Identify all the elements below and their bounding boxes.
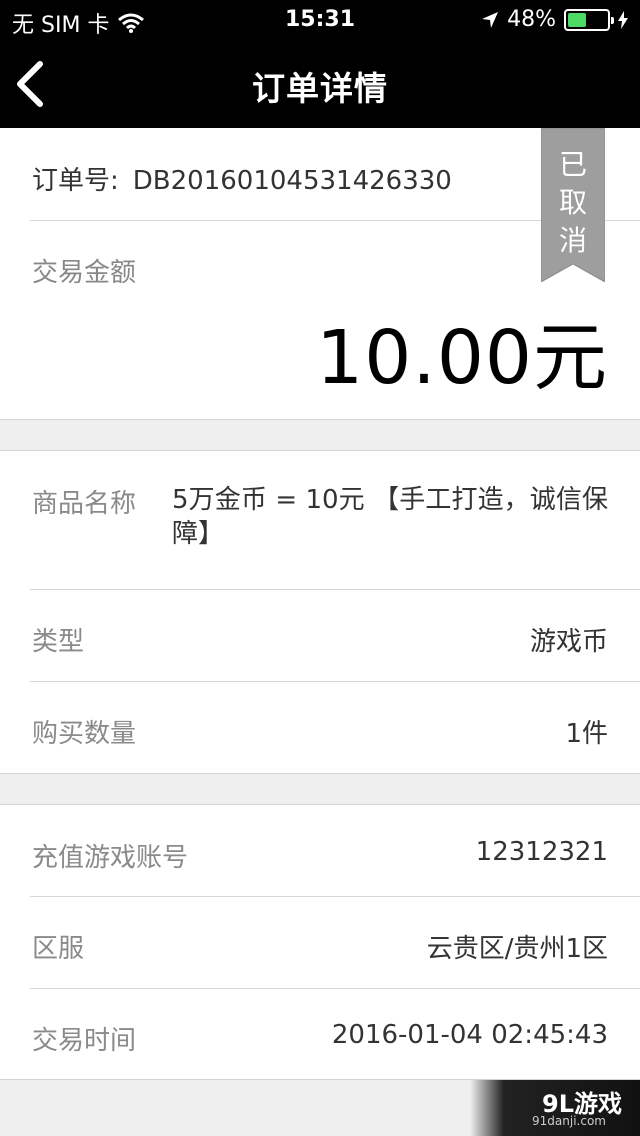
status-right: 48% (481, 7, 628, 32)
trade-time-value: 2016-01-04 02:45:43 (331, 1020, 608, 1050)
top-bar: 无 SIM 卡 15:31 48% 订单详情 (0, 0, 640, 128)
amount-label: 交易金额 (32, 258, 137, 288)
status-text: 已取消 (558, 148, 587, 257)
status-ribbon: 已取消 (541, 128, 605, 282)
page-title: 订单详情 (252, 69, 388, 108)
quantity-value: 1件 (565, 719, 608, 749)
goods-name-label: 商品名称 (32, 489, 137, 519)
watermark-domain: 91danji.com (532, 1114, 606, 1128)
game-account-label: 充值游戏账号 (32, 843, 189, 873)
battery-icon (564, 8, 614, 31)
quantity-label: 购买数量 (32, 719, 137, 749)
trade-time-label: 交易时间 (32, 1026, 137, 1056)
divider (30, 589, 640, 590)
status-bar: 无 SIM 卡 15:31 48% (0, 0, 640, 40)
server-value: 云贵区/贵州1区 (426, 934, 608, 964)
goods-name-value: 5万金币 = 10元 【手工打造，诚信保障】 (172, 485, 608, 549)
type-value: 游戏币 (529, 627, 608, 657)
watermark-logo: 9L游戏 91danji.com (470, 1080, 640, 1136)
battery-percent: 48% (507, 7, 556, 32)
order-number-value: DB20160104531426330 (132, 166, 452, 196)
amount-value: 10.00元 (316, 315, 608, 401)
location-arrow-icon (482, 11, 499, 28)
divider (30, 896, 640, 897)
server-label: 区服 (32, 934, 85, 964)
goods-section: 商品名称 5万金币 = 10元 【手工打造，诚信保障】 类型 游戏币 购买数量 … (0, 450, 640, 774)
divider (30, 681, 640, 682)
order-detail-screen: 无 SIM 卡 15:31 48% 订单详情 订单号: DB2016010453… (0, 0, 640, 1136)
divider (30, 988, 640, 989)
navigation-bar: 订单详情 (0, 40, 640, 128)
order-number-label: 订单号: (32, 166, 119, 196)
game-account-value: 12312321 (475, 837, 608, 867)
charging-bolt-icon (618, 10, 628, 29)
order-number-row: 订单号: DB20160104531426330 (32, 160, 452, 197)
battery-fill (568, 12, 587, 27)
type-label: 类型 (32, 627, 85, 657)
account-section: 充值游戏账号 12312321 区服 云贵区/贵州1区 交易时间 2016-01… (0, 804, 640, 1080)
